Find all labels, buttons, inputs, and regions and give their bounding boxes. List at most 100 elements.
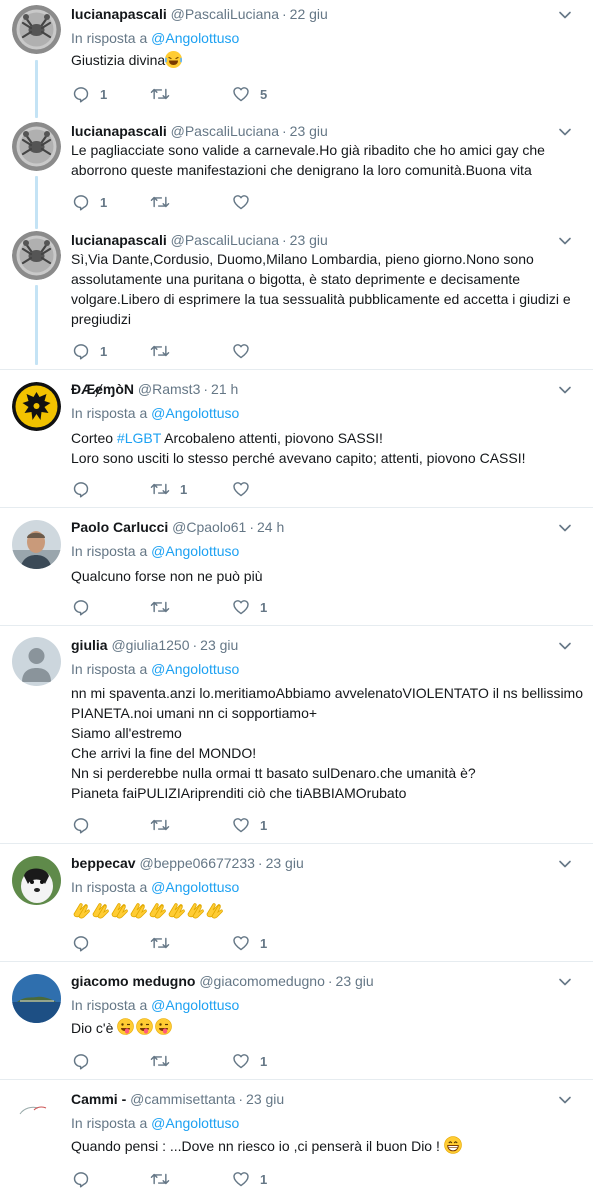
reply-button[interactable] [72, 598, 100, 616]
display-name[interactable]: lucianapascali [71, 6, 167, 22]
avatar[interactable] [12, 122, 61, 171]
avatar[interactable] [12, 974, 61, 1023]
reply-button[interactable] [72, 934, 100, 952]
avatar[interactable] [12, 5, 61, 54]
timestamp[interactable]: 23 giu [290, 123, 328, 139]
user-handle[interactable]: @PascaliLuciana [171, 123, 279, 139]
chevron-down-icon[interactable] [557, 856, 573, 872]
tweet-7[interactable]: beppecav @beppe06677233 · 23 giu In rispos… [0, 844, 593, 962]
reply-count: 1 [100, 194, 108, 210]
avatar[interactable] [12, 1092, 61, 1141]
user-handle[interactable]: @giulia1250 [111, 637, 189, 653]
avatar[interactable] [12, 231, 61, 280]
thread-line [35, 285, 38, 365]
reply-button[interactable]: 1 [72, 193, 107, 211]
tweet-text: Giustizia divina [71, 50, 576, 70]
display-name[interactable]: lucianapascali [71, 123, 167, 139]
retweet-button[interactable] [150, 1170, 180, 1188]
chevron-down-icon[interactable] [557, 1092, 573, 1108]
display-name[interactable]: beppecav [71, 855, 136, 871]
reply-to-link[interactable]: @Angolottuso [151, 661, 239, 677]
like-button[interactable]: 1 [232, 816, 267, 834]
timestamp[interactable]: 23 giu [246, 1091, 284, 1107]
chevron-down-icon[interactable] [557, 7, 573, 23]
retweet-button[interactable] [150, 342, 180, 360]
tweet-text-line: Le pagliacciate sono valide a carnevale.… [71, 142, 545, 158]
user-handle[interactable]: @giacomomedugno [199, 973, 325, 989]
timestamp[interactable]: 23 giu [290, 232, 328, 248]
reply-to-link[interactable]: @Angolottuso [151, 543, 239, 559]
reply-to-link[interactable]: @Angolottuso [151, 997, 239, 1013]
like-button[interactable]: 1 [232, 1170, 267, 1188]
tweet-8[interactable]: giacomo medugno @giacomomedugno · 23 giu I… [0, 962, 593, 1080]
user-handle[interactable]: @cammisettanta [130, 1091, 235, 1107]
reply-button[interactable] [72, 480, 100, 498]
retweet-button[interactable] [150, 85, 180, 103]
avatar[interactable] [12, 520, 61, 569]
user-handle[interactable]: @Cpaolo61 [172, 519, 246, 535]
avatar[interactable] [12, 856, 61, 905]
chevron-down-icon[interactable] [557, 382, 573, 398]
display-name[interactable]: lucianapascali [71, 232, 167, 248]
reply-button[interactable] [72, 1170, 100, 1188]
display-name[interactable]: giulia [71, 637, 108, 653]
tweet-text-line: Qualcuno forse non ne può più [71, 568, 263, 584]
reply-to-link[interactable]: @Angolottuso [151, 405, 239, 421]
like-button[interactable]: 1 [232, 598, 267, 616]
tweet-4[interactable]: ĐÆ̷ɇɱòN @Ramst3 · 21 h In risposta a @Ango… [0, 370, 593, 508]
avatar[interactable] [12, 382, 61, 431]
reply-button[interactable] [72, 816, 100, 834]
retweet-button[interactable] [150, 193, 180, 211]
tweet-5[interactable]: Paolo Carlucci @Cpaolo61 · 24 h In rispost… [0, 508, 593, 626]
chevron-down-icon[interactable] [557, 124, 573, 140]
retweet-button[interactable]: 1 [150, 480, 187, 498]
tweet-2[interactable]: lucianapascali @PascaliLuciana · 23 giu Le… [0, 120, 593, 229]
tweet-3[interactable]: lucianapascali @PascaliLuciana · 23 giu Sì… [0, 229, 593, 370]
like-button[interactable] [232, 480, 260, 498]
user-handle[interactable]: @PascaliLuciana [171, 6, 279, 22]
reply-to-link[interactable]: @Angolottuso [151, 1115, 239, 1131]
tweet-text: Corteo #LGBT Arcobaleno attenti, piovono… [71, 428, 576, 468]
reply-button[interactable]: 1 [72, 342, 107, 360]
tweet-1[interactable]: lucianapascali @PascaliLuciana · 22 giu In… [0, 0, 593, 120]
timestamp[interactable]: 24 h [257, 519, 284, 535]
chevron-down-icon[interactable] [557, 638, 573, 654]
tweet-text-line: Sì,Via Dante,Cordusio, Duomo,Milano Lomb… [71, 251, 534, 267]
avatar[interactable] [12, 637, 61, 686]
tweet-6[interactable]: giulia @giulia1250 · 23 giu In risposta a … [0, 626, 593, 844]
display-name[interactable]: ĐÆ̷ɇɱòN [71, 381, 134, 397]
chevron-down-icon[interactable] [557, 233, 573, 249]
reply-to-link[interactable]: @Angolottuso [151, 879, 239, 895]
display-name[interactable]: Paolo Carlucci [71, 519, 168, 535]
timestamp[interactable]: 23 giu [200, 637, 238, 653]
like-button[interactable] [232, 342, 260, 360]
tweet-9[interactable]: Cammi - @cammisettanta · 23 giu In rispost… [0, 1080, 593, 1197]
like-count: 1 [260, 817, 268, 833]
user-handle[interactable]: @PascaliLuciana [171, 232, 279, 248]
hashtag-link[interactable]: #LGBT [117, 430, 161, 446]
retweet-button[interactable] [150, 816, 180, 834]
retweet-button[interactable] [150, 1052, 180, 1070]
tweet-text: nn mi spaventa.anzi lo.meritiamoAbbiamo … [71, 683, 583, 803]
timestamp[interactable]: 23 giu [266, 855, 304, 871]
timestamp[interactable]: 22 giu [290, 6, 328, 22]
chevron-down-icon[interactable] [557, 520, 573, 536]
timestamp[interactable]: 23 giu [336, 973, 374, 989]
like-button[interactable] [232, 193, 260, 211]
reply-button[interactable] [72, 1052, 100, 1070]
retweet-button[interactable] [150, 598, 180, 616]
user-handle[interactable]: @beppe06677233 [139, 855, 254, 871]
display-name[interactable]: giacomo medugno [71, 973, 195, 989]
display-name[interactable]: Cammi - [71, 1091, 126, 1107]
retweet-button[interactable] [150, 934, 180, 952]
like-button[interactable]: 1 [232, 934, 267, 952]
timestamp[interactable]: 21 h [211, 381, 238, 397]
heart-icon [232, 816, 250, 834]
heart-icon [232, 85, 250, 103]
like-button[interactable]: 5 [232, 85, 267, 103]
like-button[interactable]: 1 [232, 1052, 267, 1070]
user-handle[interactable]: @Ramst3 [138, 381, 200, 397]
reply-button[interactable]: 1 [72, 85, 107, 103]
chevron-down-icon[interactable] [557, 974, 573, 990]
reply-to-link[interactable]: @Angolottuso [151, 30, 239, 46]
